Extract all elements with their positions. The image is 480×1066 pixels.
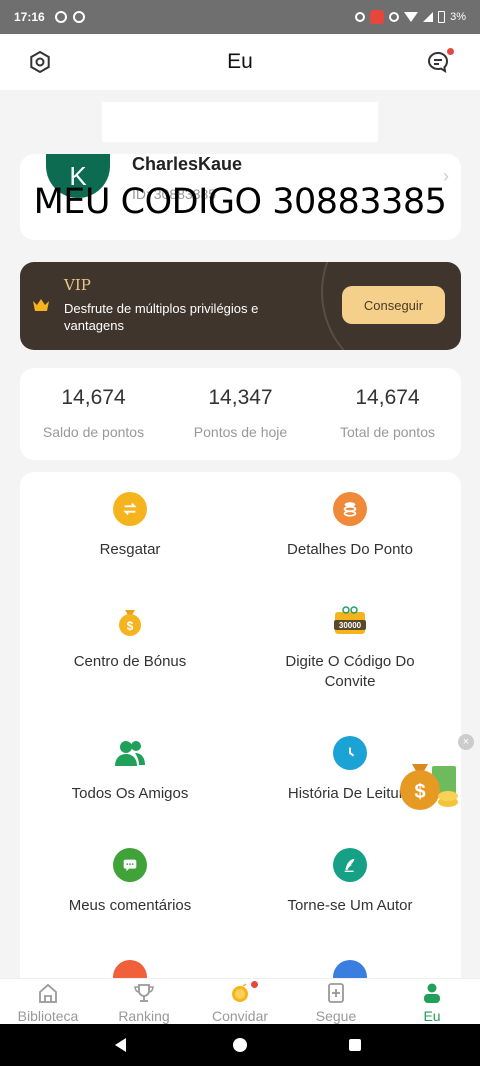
- svg-text:$: $: [414, 781, 425, 803]
- nav-following[interactable]: Segue: [288, 979, 384, 1024]
- nav-label: Ranking: [118, 1008, 170, 1024]
- library-icon: [39, 983, 57, 1003]
- page-title: Eu: [227, 50, 253, 73]
- notification-icon: [54, 11, 67, 23]
- screen-record-icon: [370, 10, 385, 24]
- battery-percent: 3%: [450, 11, 466, 23]
- dnd-icon: [389, 12, 400, 22]
- menu-item-label: Centro de Bónus: [73, 653, 187, 670]
- menu-item-bonus-center[interactable]: $ Centro de Bónus: [20, 604, 240, 672]
- person-icon: [424, 983, 440, 1003]
- vip-description: Desfrute de múltiplos privilégios e vant…: [64, 301, 259, 333]
- money-bag-promo-icon[interactable]: $: [398, 752, 462, 814]
- overlay-caption: MEU CODIGO 30883385: [33, 182, 447, 222]
- menu-card: Resgatar Detalhes Do Ponto $ Centro de B…: [20, 472, 461, 992]
- menu-item-label: Resgatar: [99, 541, 161, 558]
- status-time: 17:16: [14, 10, 45, 24]
- battery-icon: [438, 11, 446, 23]
- menu-item-point-details[interactable]: Detalhes Do Ponto: [240, 492, 460, 560]
- vip-card[interactable]: VIP Desfrute de múltiplos privilégios e …: [20, 262, 461, 350]
- menu-item-redeem[interactable]: Resgatar: [20, 492, 240, 560]
- blank-banner: [102, 102, 378, 142]
- nav-me[interactable]: Eu: [384, 979, 480, 1024]
- notification-dot: [251, 981, 258, 988]
- nav-label: Biblioteca: [17, 1008, 79, 1024]
- points-value: 14,674: [61, 386, 126, 409]
- menu-item-invite-code[interactable]: 30000 Digite O Código Do Convite: [240, 604, 460, 692]
- app-bar: Eu: [0, 34, 480, 90]
- close-icon[interactable]: ×: [458, 734, 474, 750]
- vip-get-button[interactable]: Conseguir: [342, 286, 445, 324]
- messages-button[interactable]: [426, 48, 454, 74]
- crown-icon: [33, 299, 49, 311]
- signal-icon: [423, 12, 434, 22]
- menu-item-become-author[interactable]: Torne-se Um Autor: [240, 848, 460, 916]
- menu-item-my-comments[interactable]: Meus comentários: [20, 848, 240, 916]
- bookmark-add-icon: [328, 983, 344, 1003]
- exchange-icon: [113, 492, 147, 526]
- nav-library[interactable]: Biblioteca: [0, 979, 96, 1024]
- points-balance[interactable]: 14,674 Saldo de pontos: [20, 368, 167, 460]
- vip-label: VIP: [64, 276, 91, 294]
- nav-label: Convidar: [211, 1008, 269, 1024]
- points-value: 14,674: [355, 386, 420, 409]
- alarm-icon: [355, 12, 366, 22]
- menu-item-label: Digite O Código Do Convite: [285, 653, 415, 690]
- nav-label: Eu: [423, 1008, 441, 1024]
- menu-item-friends[interactable]: Todos Os Amigos: [20, 736, 240, 804]
- points-today[interactable]: 14,347 Pontos de hoje: [167, 368, 314, 460]
- svg-text:$: $: [127, 619, 134, 633]
- gift-badge-text: 30000: [339, 621, 362, 630]
- points-card: 14,674 Saldo de pontos 14,347 Pontos de …: [20, 368, 461, 460]
- message-icon: [428, 51, 448, 73]
- nav-invite[interactable]: Convidar: [192, 979, 288, 1024]
- notification-icon: [72, 11, 85, 23]
- points-label: Total de pontos: [340, 424, 435, 440]
- status-bar: 17:16 3%: [0, 0, 480, 34]
- nav-ranking[interactable]: Ranking: [96, 979, 192, 1024]
- menu-item-label: Meus comentários: [68, 897, 192, 914]
- menu-item-label: Todos Os Amigos: [71, 785, 189, 802]
- money-bag-icon: $: [113, 604, 147, 638]
- nav-label: Segue: [315, 1008, 357, 1024]
- points-total[interactable]: 14,674 Total de pontos: [314, 368, 461, 460]
- system-nav-bar: [0, 1024, 480, 1066]
- coin-icon: [232, 983, 248, 1002]
- pen-icon: [333, 848, 367, 882]
- gift-box-icon: 30000: [332, 604, 368, 638]
- friends-icon: [113, 736, 147, 770]
- wifi-icon: [404, 12, 419, 22]
- recent-apps-icon[interactable]: [349, 1039, 361, 1051]
- username: CharlesKaue: [132, 154, 243, 174]
- home-icon[interactable]: [233, 1038, 247, 1052]
- bottom-nav: Biblioteca Ranking Convidar Segue Eu: [0, 978, 480, 1024]
- clock-icon: [333, 736, 367, 770]
- comment-icon: [113, 848, 147, 882]
- trophy-icon: [134, 984, 154, 1002]
- points-label: Saldo de pontos: [42, 424, 145, 440]
- coins-icon: [333, 492, 367, 526]
- points-label: Pontos de hoje: [193, 424, 288, 440]
- settings-icon[interactable]: [28, 50, 52, 74]
- points-value: 14,347: [208, 386, 273, 409]
- notification-dot: [447, 48, 454, 55]
- back-icon[interactable]: [115, 1038, 126, 1052]
- menu-item-label: Torne-se Um Autor: [287, 897, 413, 914]
- menu-item-label: Detalhes Do Ponto: [287, 541, 413, 558]
